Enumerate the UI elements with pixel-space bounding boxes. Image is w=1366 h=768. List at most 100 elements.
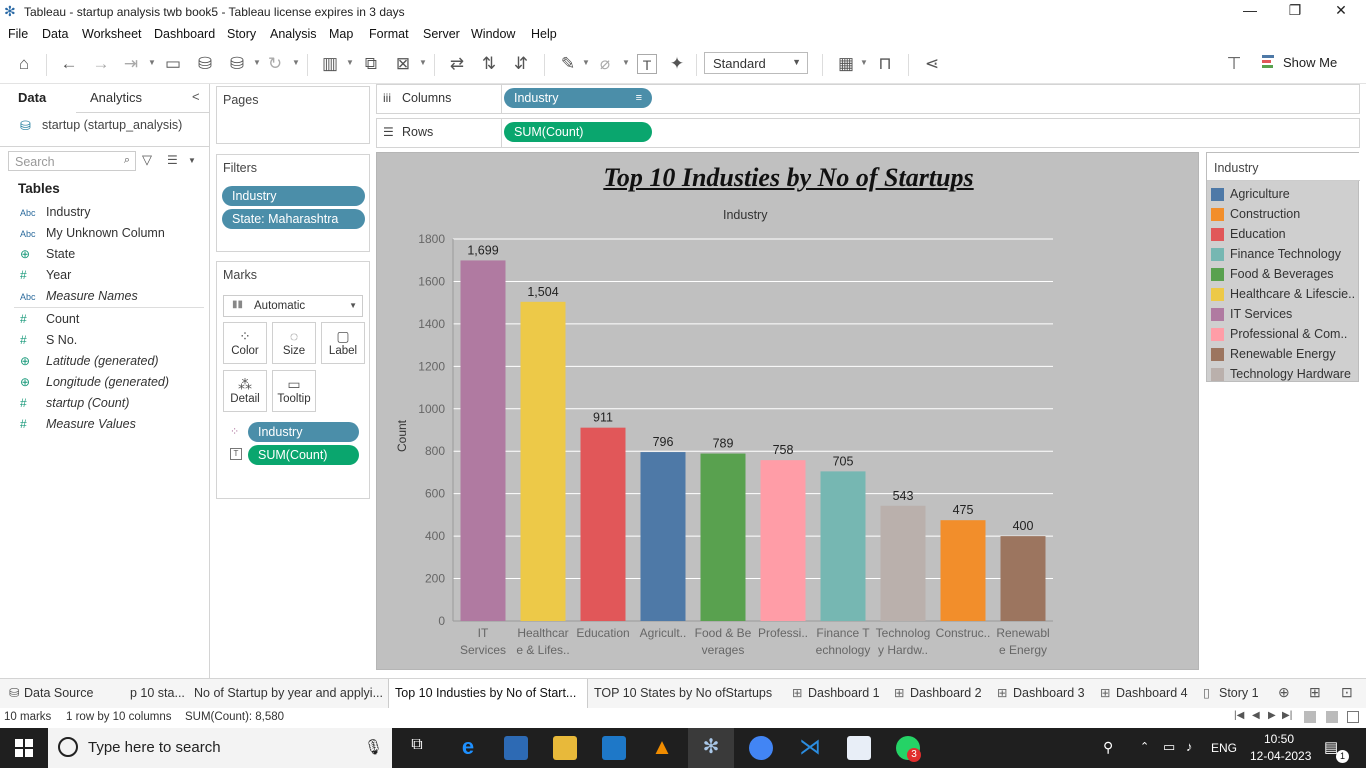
next-sheet-icon[interactable]: ▶ bbox=[1268, 710, 1276, 721]
last-sheet-icon[interactable]: ▶| bbox=[1282, 710, 1292, 721]
field-year[interactable]: # Year bbox=[20, 268, 208, 288]
menu-data[interactable]: Data bbox=[42, 27, 68, 41]
tray-chevron-icon[interactable]: ⌃ bbox=[1140, 740, 1149, 753]
group-dropdown-icon[interactable]: ▼ bbox=[622, 58, 630, 67]
tab-sheet[interactable]: TOP 10 States by No ofStartups bbox=[589, 679, 779, 708]
mail-icon[interactable] bbox=[602, 736, 626, 760]
legend-item[interactable]: Renewable Energy bbox=[1211, 346, 1359, 364]
refresh-dropdown-icon[interactable]: ▼ bbox=[292, 58, 300, 67]
replay-icon[interactable]: ⇥ bbox=[121, 54, 141, 74]
label-button[interactable]: ▢ Label bbox=[321, 322, 365, 364]
presentation-mode-icon[interactable]: ⊓ bbox=[875, 54, 895, 74]
home-icon[interactable]: ⌂ bbox=[14, 54, 34, 74]
highlight-dropdown-icon[interactable]: ▼ bbox=[582, 58, 590, 67]
columns-pill-industry[interactable]: Industry ≡ bbox=[504, 88, 652, 108]
detail-button[interactable]: ⁂ Detail bbox=[223, 370, 267, 412]
new-worksheet-icon[interactable]: ▥ bbox=[320, 54, 340, 74]
tab-sheet[interactable]: p 10 sta... bbox=[128, 679, 186, 708]
field-startup-count[interactable]: # startup (Count) bbox=[20, 396, 208, 416]
rows-pill-sum-count[interactable]: SUM(Count) bbox=[504, 122, 652, 142]
tab-dashboard[interactable]: ⊞ Dashboard 2 bbox=[888, 679, 988, 708]
store-icon[interactable] bbox=[504, 736, 528, 760]
legend-item[interactable]: Professional & Com.. bbox=[1211, 326, 1359, 344]
swap-rows-columns-icon[interactable]: ⇄ bbox=[447, 54, 467, 74]
legend-item[interactable]: Education bbox=[1211, 226, 1359, 244]
view-options-dropdown-icon[interactable]: ▼ bbox=[188, 156, 196, 165]
menu-help[interactable]: Help bbox=[531, 27, 557, 41]
tab-sheet-active[interactable]: Top 10 Industies by No of Start... bbox=[388, 679, 588, 708]
paint-roller-icon[interactable]: ⊤ bbox=[1224, 54, 1244, 74]
people-icon[interactable]: ⚲ bbox=[1103, 739, 1113, 756]
filter-pill-state[interactable]: State: Maharashtra bbox=[222, 209, 365, 229]
bar[interactable] bbox=[640, 452, 686, 621]
show-cards-dropdown-icon[interactable]: ▼ bbox=[860, 58, 868, 67]
bar[interactable] bbox=[520, 301, 566, 621]
legend-item[interactable]: Healthcare & Lifescie.. bbox=[1211, 286, 1359, 304]
fit-select[interactable]: Standard ▼ bbox=[704, 52, 808, 74]
pause-dropdown-icon[interactable]: ▼ bbox=[253, 58, 261, 67]
tab-data[interactable]: Data bbox=[18, 90, 46, 105]
share-icon[interactable]: ⋖ bbox=[922, 54, 942, 74]
tooltip-button[interactable]: ▭ Tooltip bbox=[272, 370, 316, 412]
tab-analytics[interactable]: Analytics bbox=[90, 90, 142, 105]
field-count[interactable]: # Count bbox=[20, 312, 208, 332]
tab-sheet[interactable]: No of Startup by year and applyi... bbox=[187, 679, 387, 708]
marks-pill-sum-count[interactable]: SUM(Count) bbox=[248, 445, 359, 465]
task-view-icon[interactable]: ⧉ bbox=[405, 736, 429, 760]
field-latitude[interactable]: ⊕ Latitude (generated) bbox=[20, 354, 208, 374]
new-worksheet-tab-icon[interactable]: ⊕ bbox=[1278, 684, 1290, 701]
menu-analysis[interactable]: Analysis bbox=[270, 27, 317, 41]
pause-updates-icon[interactable]: ⛁ bbox=[227, 54, 247, 74]
menu-window[interactable]: Window bbox=[471, 27, 515, 41]
new-worksheet-dropdown-icon[interactable]: ▼ bbox=[346, 58, 354, 67]
field-measure-names[interactable]: Abc Measure Names bbox=[20, 289, 208, 309]
duplicate-sheet-icon[interactable]: ⧉ bbox=[361, 54, 381, 74]
tab-dashboard[interactable]: ⊞ Dashboard 3 bbox=[991, 679, 1091, 708]
show-filmstrip-icon[interactable] bbox=[1304, 711, 1316, 723]
clock-time[interactable]: 10:50 bbox=[1264, 732, 1294, 746]
search-input[interactable]: Search ⌕ bbox=[8, 151, 136, 171]
menu-server[interactable]: Server bbox=[423, 27, 460, 41]
maximize-button[interactable]: ❐ bbox=[1272, 2, 1318, 22]
first-sheet-icon[interactable]: |◀ bbox=[1234, 710, 1244, 721]
tab-data-source[interactable]: ⛁ Data Source bbox=[0, 679, 100, 708]
redo-icon[interactable]: → bbox=[91, 54, 111, 74]
photos-icon[interactable] bbox=[847, 736, 871, 760]
datasource-name[interactable]: startup (startup_analysis) bbox=[42, 118, 182, 132]
volume-icon[interactable]: ♪ bbox=[1186, 739, 1193, 754]
filter-icon[interactable]: ▽ bbox=[142, 152, 152, 168]
pages-card[interactable]: Pages bbox=[216, 86, 370, 144]
sort-ascending-icon[interactable]: ⇅ bbox=[479, 54, 499, 74]
windows-start-icon[interactable] bbox=[15, 739, 33, 757]
vlc-icon[interactable]: ▲ bbox=[650, 736, 674, 760]
bar[interactable] bbox=[880, 505, 926, 621]
field-industry[interactable]: Abc Industry bbox=[20, 205, 208, 225]
filter-pill-industry[interactable]: Industry bbox=[222, 186, 365, 206]
show-me-button[interactable]: Show Me bbox=[1283, 55, 1337, 70]
collapse-pane-icon[interactable]: < bbox=[192, 89, 200, 104]
bar[interactable] bbox=[700, 453, 746, 621]
bar-chart[interactable]: 0 200 400 600 800 1000 1200 1400 1600 1800 Count 1,… bbox=[377, 153, 1200, 671]
new-dashboard-tab-icon[interactable]: ⊞ bbox=[1309, 684, 1321, 701]
show-sheet-sorter-icon[interactable] bbox=[1326, 711, 1338, 723]
menu-format[interactable]: Format bbox=[369, 27, 409, 41]
undo-icon[interactable]: ← bbox=[59, 54, 79, 74]
clock-date[interactable]: 12-04-2023 bbox=[1250, 749, 1311, 763]
field-unknown-column[interactable]: Abc My Unknown Column bbox=[20, 226, 208, 246]
mark-type-select[interactable]: ▮▮ Automatic ▼ bbox=[223, 295, 363, 317]
tab-story[interactable]: ▯ Story 1 bbox=[1197, 679, 1267, 708]
color-button[interactable]: ⁘ Color bbox=[223, 322, 267, 364]
show-tabs-icon[interactable] bbox=[1347, 711, 1359, 723]
replay-dropdown-icon[interactable]: ▼ bbox=[148, 58, 156, 67]
legend-item[interactable]: Finance Technology bbox=[1211, 246, 1359, 264]
legend-item[interactable]: Construction bbox=[1211, 206, 1359, 224]
rows-shelf[interactable]: ☰ Rows SUM(Count) bbox=[376, 118, 1360, 148]
bar[interactable] bbox=[1000, 536, 1046, 621]
field-state[interactable]: ⊕ State bbox=[20, 247, 208, 267]
bar[interactable] bbox=[460, 260, 506, 621]
marks-pill-industry[interactable]: Industry bbox=[248, 422, 359, 442]
file-explorer-icon[interactable] bbox=[553, 736, 577, 760]
save-icon[interactable]: ▭ bbox=[163, 54, 183, 74]
menu-map[interactable]: Map bbox=[329, 27, 353, 41]
close-button[interactable]: ✕ bbox=[1318, 2, 1364, 22]
